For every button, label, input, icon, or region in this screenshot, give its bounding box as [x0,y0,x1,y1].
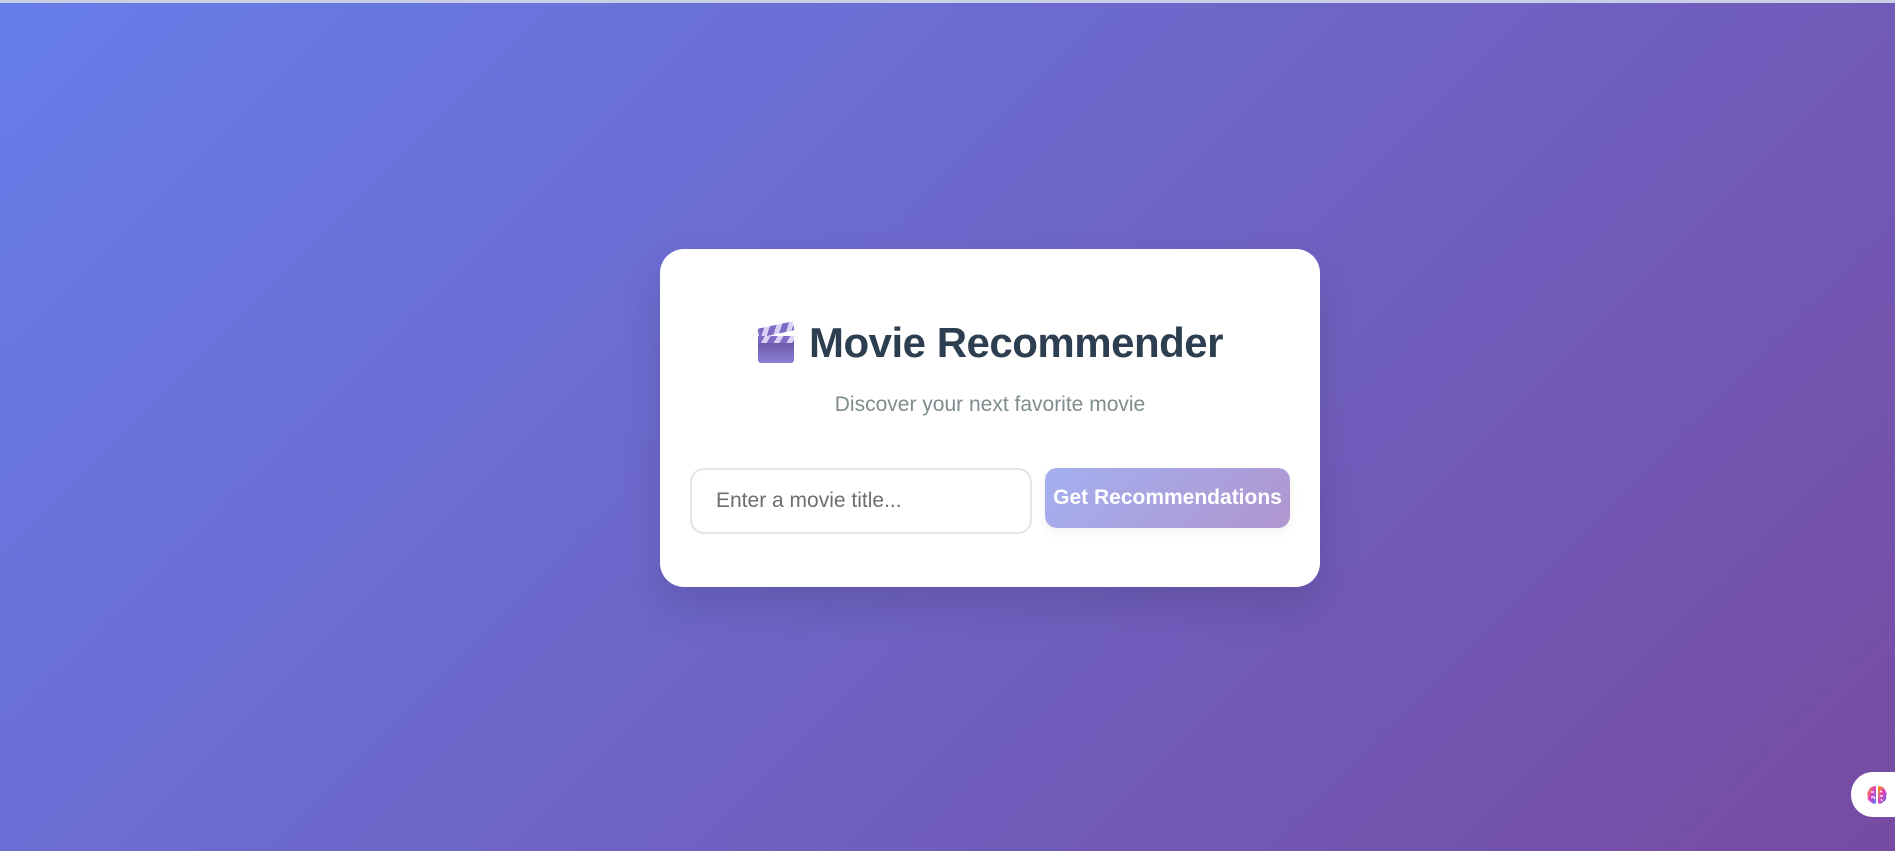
recommender-card: Movie Recommender Discover your next fav… [660,249,1320,587]
get-recommendations-button[interactable]: Get Recommendations [1045,468,1290,528]
page-subtitle: Discover your next favorite movie [834,393,1146,416]
page-title: Movie Recommender [660,319,1320,367]
brain-icon [1867,785,1887,804]
browser-top-bar [0,0,1895,3]
movie-title-input[interactable] [690,468,1032,534]
page-title-text: Movie Recommender [809,319,1223,366]
assistant-widget[interactable] [1851,772,1895,817]
clapper-board-icon [757,321,795,363]
